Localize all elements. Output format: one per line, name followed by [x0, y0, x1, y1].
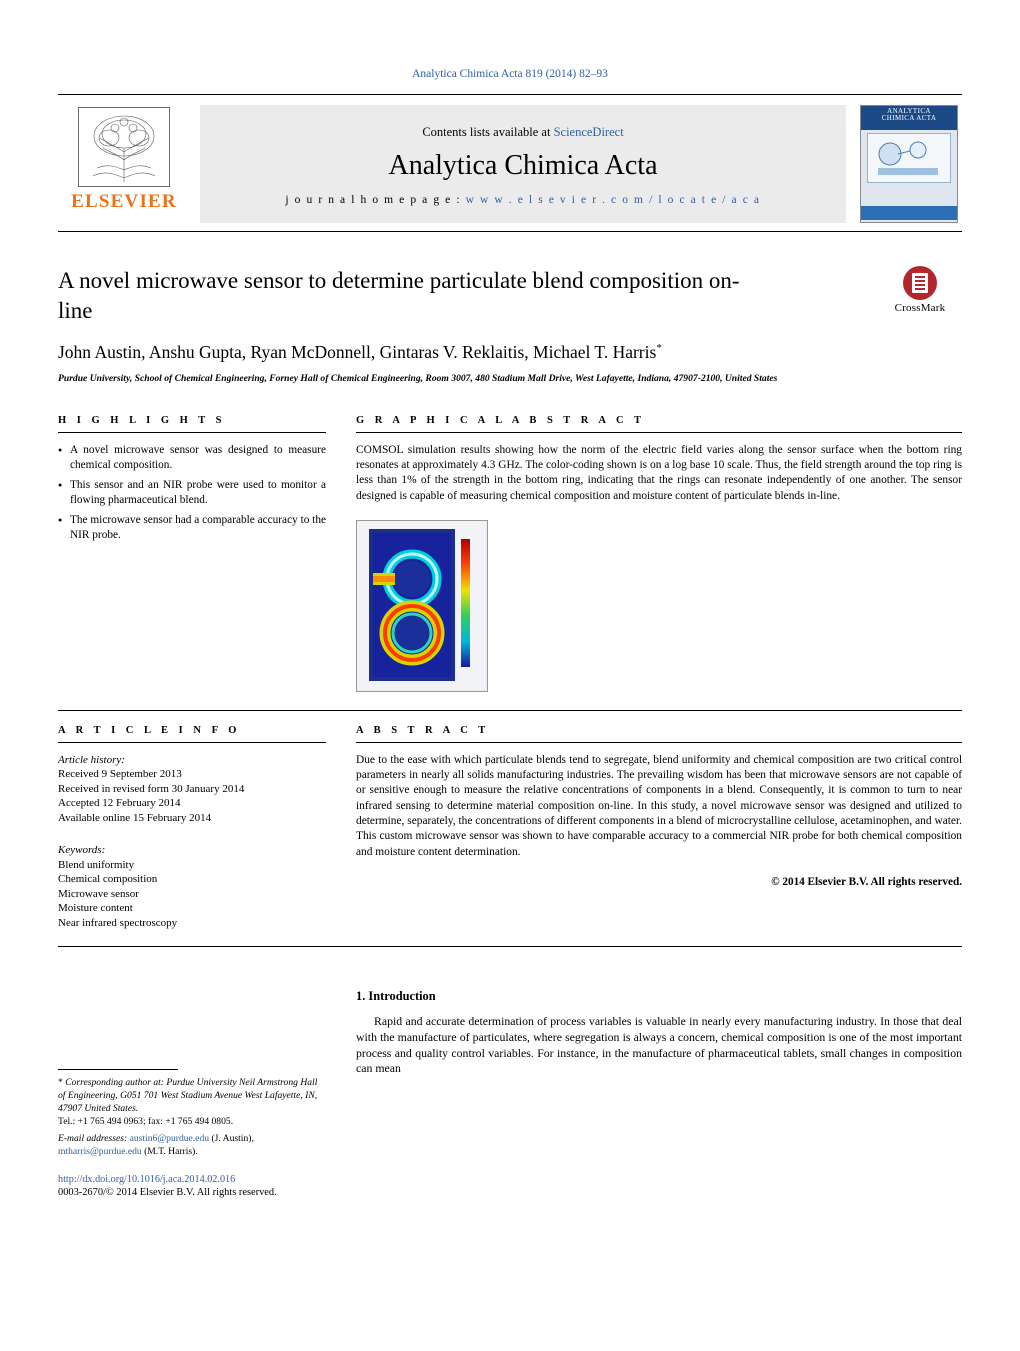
history-item: Received in revised form 30 January 2014 — [58, 782, 245, 795]
email2-name: (M.T. Harris). — [144, 1146, 198, 1158]
page-title: A novel microwave sensor to determine pa… — [58, 268, 740, 323]
comsol-simulation-figure — [356, 519, 488, 692]
journal-homepage-line: j o u r n a l h o m e p a g e : w w w . … — [285, 194, 760, 206]
section-divider — [58, 709, 962, 711]
article-info-section: A R T I C L E I N F O Article history: R… — [58, 725, 326, 931]
cover-diagram — [878, 141, 938, 175]
keyword-item: Blend uniformity — [58, 858, 135, 871]
highlights-list: A novel microwave sensor was designed to… — [58, 443, 326, 542]
journal-cover: ANALYTICA CHIMICA ACTA — [856, 105, 962, 223]
affiliation: Purdue University, School of Chemical En… — [58, 373, 778, 384]
history-item: Received 9 September 2013 — [58, 768, 182, 781]
journal-masthead: ELSEVIER Contents lists available at Sci… — [58, 94, 962, 232]
email-link-austin[interactable]: austin6@purdue.edu — [130, 1133, 209, 1144]
list-item: A novel microwave sensor was designed to… — [58, 443, 326, 472]
highlights-section: H I G H L I G H T S A novel microwave se… — [58, 415, 326, 692]
bottom-divider-wrap — [58, 946, 962, 948]
keyword-item: Moisture content — [58, 902, 133, 915]
footer-intro-row: * Corresponding author at: Purdue Univer… — [58, 965, 962, 1198]
journal-reference: Analytica Chimica Acta 819 (2014) 82–93 — [412, 68, 608, 80]
elsevier-tree-icon — [78, 107, 170, 187]
history-item: Accepted 12 February 2014 — [58, 797, 181, 810]
cover-header: ANALYTICA CHIMICA ACTA — [861, 106, 957, 130]
keyword-item: Microwave sensor — [58, 887, 139, 900]
issn-copyright: 0003-2670/© 2014 Elsevier B.V. All right… — [58, 1187, 277, 1199]
email-link-harris[interactable]: mtharris@purdue.edu — [58, 1146, 142, 1157]
doi-link[interactable]: http://dx.doi.org/10.1016/j.aca.2014.02.… — [58, 1174, 326, 1185]
telephone-line: Tel.: +1 765 494 0963; fax: +1 765 494 0… — [58, 1116, 234, 1128]
corresponding-author-note: * Corresponding author at: Purdue Univer… — [58, 1076, 326, 1158]
abstract-heading: A B S T R A C T — [356, 725, 962, 743]
article-history: Article history: Received 9 September 20… — [58, 753, 326, 826]
history-item: Available online 15 February 2014 — [58, 811, 212, 824]
crossmark-badge[interactable]: CrossMark — [878, 266, 962, 314]
contents-available-line: Contents lists available at ScienceDirec… — [422, 125, 623, 140]
email1-name: (J. Austin), — [211, 1133, 254, 1145]
journal-title: Analytica Chimica Acta — [388, 149, 658, 181]
footnote-rule — [58, 1069, 178, 1071]
authors-text: John Austin, Anshu Gupta, Ryan McDonnell… — [58, 342, 657, 362]
footnote-star: * — [58, 1077, 63, 1089]
introduction-heading: 1. Introduction — [356, 989, 436, 1004]
graphical-abstract-figure-wrap — [356, 504, 962, 692]
list-item: The microwave sensor had a comparable ac… — [58, 513, 326, 542]
abstract-section: A B S T R A C T Due to the ease with whi… — [356, 725, 962, 931]
graphical-abstract-text: COMSOL simulation results showing how th… — [356, 444, 962, 502]
title-block: A novel microwave sensor to determine pa… — [58, 266, 962, 385]
graphical-abstract-heading: G R A P H I C A L A B S T R A C T — [356, 415, 962, 433]
article-info-heading: A R T I C L E I N F O — [58, 725, 326, 743]
sciencedirect-link[interactable]: ScienceDirect — [554, 125, 624, 139]
author-list: John Austin, Anshu Gupta, Ryan McDonnell… — [58, 342, 962, 363]
graphical-abstract-section: G R A P H I C A L A B S T R A C T COMSOL… — [356, 415, 962, 692]
bottom-divider — [58, 946, 962, 948]
homepage-label: j o u r n a l h o m e p a g e : — [285, 193, 462, 206]
cover-artwork — [867, 133, 951, 183]
journal-cover-thumbnail: ANALYTICA CHIMICA ACTA — [860, 105, 958, 223]
corresponding-text: Corresponding author at: Purdue Universi… — [58, 1077, 318, 1115]
keywords-label: Keywords: — [58, 844, 106, 857]
homepage-url[interactable]: w w w . e l s e v i e r . c o m / l o c … — [466, 194, 761, 206]
highlights-graphical-row: H I G H L I G H T S A novel microwave se… — [58, 415, 962, 692]
introduction-section: 1. Introduction Rapid and accurate deter… — [356, 965, 962, 1198]
comsol-field-plot — [357, 520, 485, 689]
footnote-section: * Corresponding author at: Purdue Univer… — [58, 965, 326, 1198]
keywords-block: Keywords: Blend uniformity Chemical comp… — [58, 843, 326, 930]
tree-drawing — [92, 115, 156, 182]
email-line: E-mail addresses: austin6@purdue.edu (J.… — [58, 1132, 326, 1158]
list-item: This sensor and an NIR probe were used t… — [58, 478, 326, 507]
info-abstract-row: A R T I C L E I N F O Article history: R… — [58, 725, 962, 931]
keyword-item: Chemical composition — [58, 873, 158, 886]
email-label: E-mail addresses: — [58, 1133, 128, 1145]
copyright-line: © 2014 Elsevier B.V. All rights reserved… — [771, 875, 962, 888]
elsevier-wordmark: ELSEVIER — [71, 191, 177, 212]
masthead-center: Contents lists available at ScienceDirec… — [200, 105, 846, 223]
highlights-heading: H I G H L I G H T S — [58, 415, 326, 433]
cover-footer-band — [861, 206, 957, 220]
crossmark-icon — [903, 266, 937, 300]
cover-title-line2: CHIMICA ACTA — [881, 114, 937, 122]
introduction-text: Rapid and accurate determination of proc… — [356, 1014, 962, 1076]
contents-prefix: Contents lists available at — [422, 124, 554, 139]
section-divider-wrap — [58, 709, 962, 711]
crossmark-label: CrossMark — [894, 302, 946, 314]
corresponding-marker: * — [656, 342, 662, 355]
history-label: Article history: — [58, 753, 125, 766]
publisher-logo: ELSEVIER — [58, 105, 190, 223]
abstract-text: Due to the ease with which particulate b… — [356, 753, 962, 858]
article-first-page: Analytica Chimica Acta 819 (2014) 82–93 — [0, 0, 1020, 1351]
keyword-item: Near infrared spectroscopy — [58, 916, 178, 929]
